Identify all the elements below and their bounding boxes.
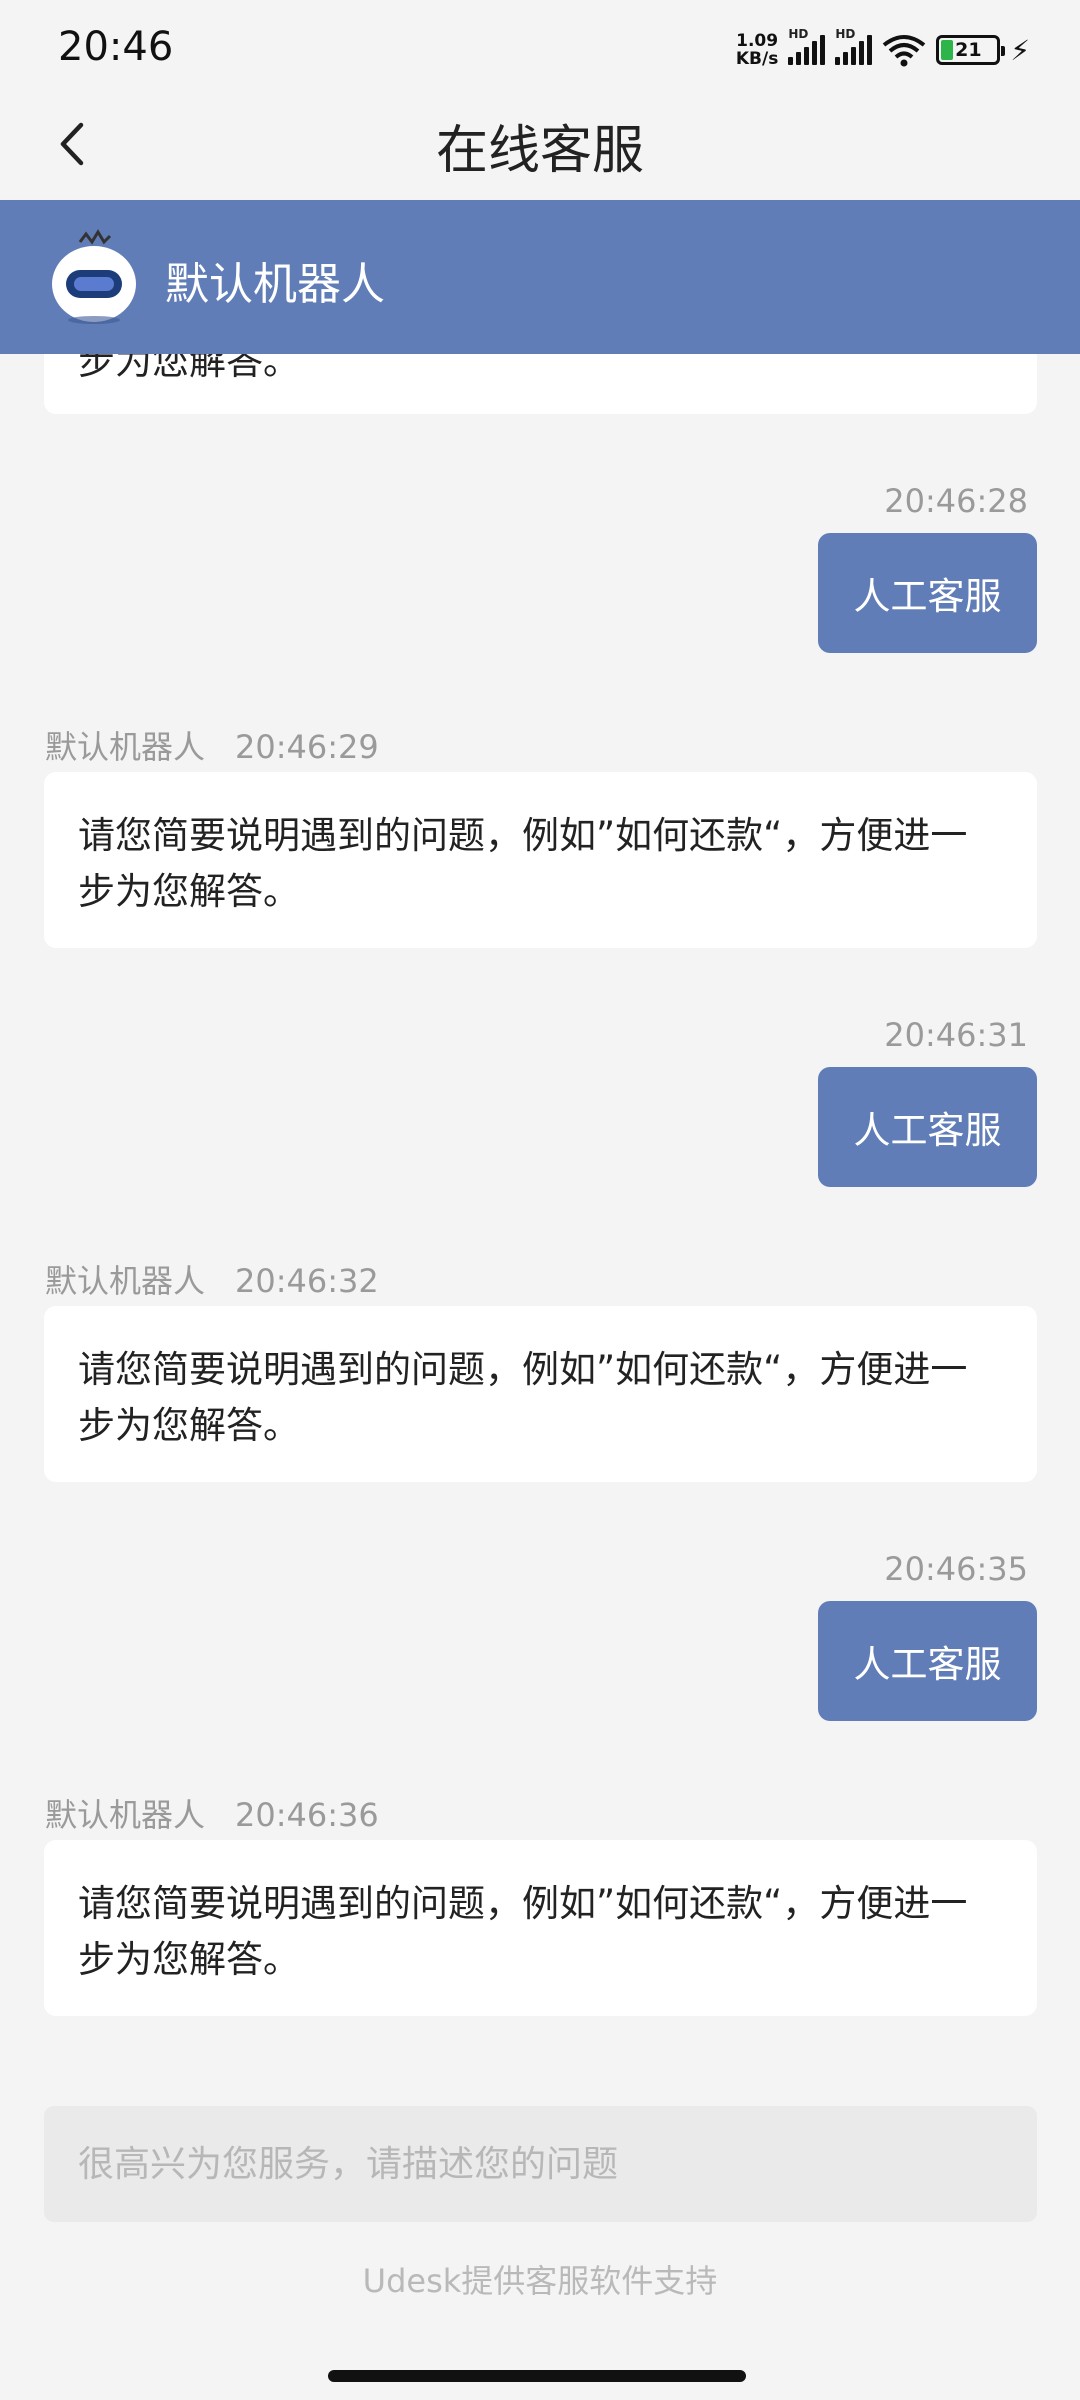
home-indicator[interactable] [328,2370,746,2382]
message-timestamp: 20:46:35 [884,1550,1028,1588]
input-area: Udesk提供客服软件支持 [0,2084,1080,2400]
page-title: 在线客服 [435,121,644,181]
network-speed: 1.09 KB/s [735,31,779,69]
status-icons: 1.09 KB/s HD HD 21 ⚡ [735,27,1030,70]
chat-message-list[interactable]: 步为您解答。 20:46:28 人工客服 默认机器人 20:46:29 请您简要说… [0,354,1080,2084]
bot-message-bubble: 请您简要说明遇到的问题，例如”如何还款“，方便进一步为您解答。 [44,1306,1037,1482]
robot-avatar-icon [52,229,136,324]
message-sender: 默认机器人 [45,1262,206,1300]
user-message-bubble: 人工客服 [818,1601,1037,1721]
bot-message-meta: 默认机器人 20:46:32 [45,1256,379,1302]
message-input[interactable] [44,2106,1037,2222]
cellular-signal-icon: HD [788,27,826,65]
powered-by-text: Udesk提供客服软件支持 [362,2262,718,2300]
message-timestamp: 20:46:36 [235,1796,379,1834]
agent-header: 默认机器人 [0,200,1080,354]
message-timestamp: 20:46:29 [235,728,379,766]
bot-message-bubble: 请您简要说明遇到的问题，例如”如何还款“，方便进一步为您解答。 [44,772,1037,948]
cellular-signal-icon-2: HD [835,27,873,65]
bot-message-bubble: 步为您解答。 [44,354,1037,414]
agent-name: 默认机器人 [165,259,385,310]
bot-message-meta: 默认机器人 20:46:29 [45,722,379,768]
message-timestamp: 20:46:32 [235,1262,379,1300]
status-bar: 20:46 1.09 KB/s HD HD 21 ⚡ [0,0,1080,90]
nav-bar: 在线客服 [0,90,1080,200]
message-timestamp: 20:46:31 [884,1016,1028,1054]
wifi-icon [883,35,926,67]
bot-message-meta: 默认机器人 20:46:36 [45,1790,379,1836]
message-timestamp: 20:46:28 [884,482,1028,520]
message-sender: 默认机器人 [45,1796,206,1834]
status-time: 20:46 [58,24,174,70]
message-sender: 默认机器人 [45,728,206,766]
user-message-bubble: 人工客服 [818,533,1037,653]
battery-icon: 21 [936,35,1006,65]
charging-icon: ⚡ [1010,33,1030,67]
bot-message-bubble: 请您简要说明遇到的问题，例如”如何还款“，方便进一步为您解答。 [44,1840,1037,2016]
user-message-bubble: 人工客服 [818,1067,1037,1187]
